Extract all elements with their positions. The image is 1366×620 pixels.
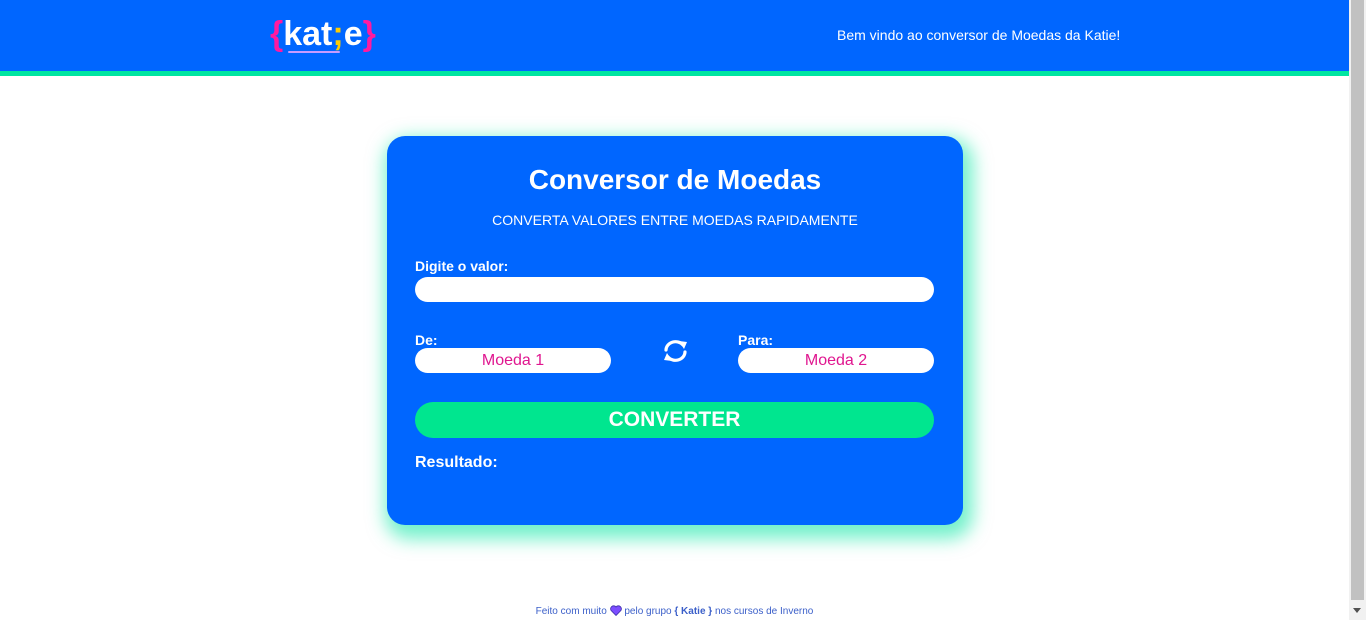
- footer-prefix: Feito com muito: [535, 606, 607, 617]
- footer-brand: { Katie }: [674, 606, 713, 617]
- logo-semicolon: ;: [332, 14, 344, 53]
- from-label: De:: [415, 332, 438, 348]
- footer-middle: pelo grupo: [624, 606, 672, 617]
- header: { kat ; e } Bem vindo ao conversor de Mo…: [0, 0, 1349, 71]
- page-scrollbar[interactable]: [1349, 0, 1366, 620]
- result-label: Resultado:: [415, 454, 498, 471]
- logo-text-end: e: [343, 14, 363, 53]
- from-currency-select[interactable]: Moeda 1: [415, 348, 611, 373]
- welcome-message: Bem vindo ao conversor de Moedas da Kati…: [837, 27, 1121, 43]
- footer-suffix: nos cursos de Inverno: [714, 606, 814, 617]
- to-label: Para:: [738, 332, 774, 348]
- refresh-icon[interactable]: [662, 339, 689, 363]
- logo-text: kat: [283, 14, 333, 53]
- converter-card: Conversor de Moedas CONVERTA VALORES ENT…: [387, 136, 963, 525]
- card-subtitle: CONVERTA VALORES ENTRE MOEDAS RAPIDAMENT…: [492, 212, 858, 228]
- card-title: Conversor de Moedas: [528, 164, 822, 195]
- logo-underline: [288, 51, 340, 53]
- logo[interactable]: { kat ; e }: [270, 12, 376, 56]
- footer: Feito com muito pelo grupo { Katie } nos…: [0, 605, 1349, 617]
- logo-open-brace: {: [270, 14, 284, 53]
- value-input[interactable]: [415, 277, 934, 302]
- logo-close-brace: }: [362, 14, 376, 53]
- scroll-down-arrow-icon[interactable]: [1353, 608, 1361, 613]
- convert-button[interactable]: CONVERTER: [415, 402, 934, 438]
- header-divider: [0, 71, 1349, 76]
- value-label: Digite o valor:: [415, 258, 509, 274]
- to-currency-select[interactable]: Moeda 2: [738, 348, 934, 373]
- scrollbar-thumb[interactable]: [1351, 0, 1364, 600]
- heart-icon: [609, 605, 622, 616]
